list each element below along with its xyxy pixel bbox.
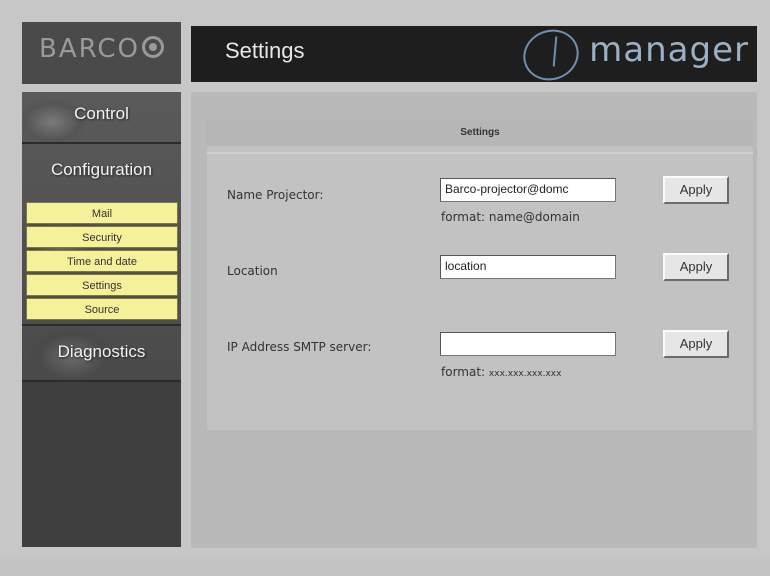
name-projector-format-hint: format: name@domain [441, 210, 580, 224]
nav-divider [22, 380, 181, 382]
page-title: Settings [225, 38, 305, 63]
sidebar-nav: Control Configuration Mail Security Time… [22, 92, 181, 547]
location-apply-button[interactable]: Apply [663, 253, 729, 281]
panel-divider [207, 152, 753, 154]
smtp-label: IP Address SMTP server: [227, 340, 372, 354]
nav-diagnostics[interactable]: Diagnostics [22, 342, 181, 362]
nav-configuration[interactable]: Configuration [22, 160, 181, 180]
main-content: Settings Name Projector: Barco-projector… [191, 92, 757, 548]
panel-heading: Settings [207, 120, 753, 146]
smtp-apply-button[interactable]: Apply [663, 330, 729, 358]
settings-panel: Settings Name Projector: Barco-projector… [207, 120, 753, 430]
smtp-format-value: xxx.xxx.xxx.xxx [488, 369, 562, 379]
name-projector-label: Name Projector: [227, 188, 324, 202]
imanager-brand: manager [516, 21, 749, 89]
logo-panel: BARCO [22, 22, 181, 84]
logo-mark-icon [142, 36, 164, 58]
brand-text: manager [589, 30, 749, 70]
name-projector-input[interactable]: Barco-projector@domc [440, 178, 616, 202]
submenu-item-time-and-date[interactable]: Time and date [26, 250, 178, 272]
nav-divider [22, 324, 181, 326]
barco-logo: BARCO [22, 34, 181, 64]
header-bar: Settings manager [191, 21, 757, 89]
brand-i-icon [516, 21, 587, 89]
window-bottom-strip [0, 556, 770, 576]
smtp-input[interactable] [440, 332, 616, 356]
submenu-item-mail[interactable]: Mail [26, 202, 178, 224]
name-projector-apply-button[interactable]: Apply [663, 176, 729, 204]
logo-text: BARCO [38, 34, 140, 64]
configuration-submenu: Mail Security Time and date Settings Sou… [26, 202, 178, 322]
smtp-format-prefix: format: [441, 365, 486, 379]
nav-divider [22, 142, 181, 144]
location-label: Location [227, 264, 278, 278]
location-input[interactable]: location [440, 255, 616, 279]
smtp-format-hint: format: xxx.xxx.xxx.xxx [441, 365, 561, 379]
submenu-item-source[interactable]: Source [26, 298, 178, 320]
submenu-item-security[interactable]: Security [26, 226, 178, 248]
nav-control[interactable]: Control [22, 104, 181, 124]
submenu-item-settings[interactable]: Settings [26, 274, 178, 296]
